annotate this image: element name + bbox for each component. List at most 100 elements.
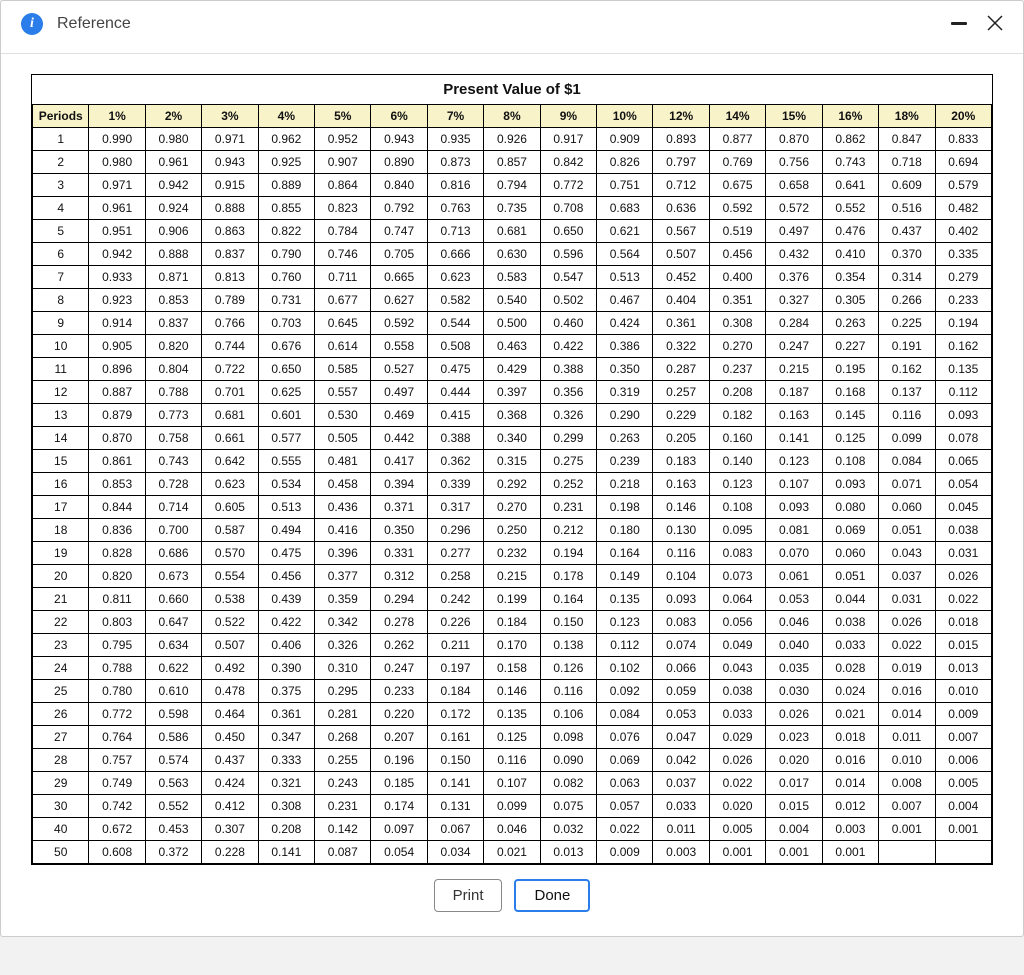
value-cell: 0.666 (427, 243, 483, 266)
value-cell: 0.010 (935, 680, 992, 703)
value-cell: 0.226 (427, 611, 483, 634)
value-cell: 0.006 (935, 749, 992, 772)
table-row: 50.9510.9060.8630.8220.7840.7470.7130.68… (33, 220, 992, 243)
value-cell: 0.308 (709, 312, 765, 335)
value-cell: 0.102 (597, 657, 653, 680)
value-cell: 0.377 (315, 565, 371, 588)
value-cell: 0.780 (89, 680, 145, 703)
value-cell: 0.853 (145, 289, 201, 312)
value-cell: 0.582 (427, 289, 483, 312)
value-cell: 0.032 (540, 818, 596, 841)
value-cell: 0.836 (89, 519, 145, 542)
value-cell: 0.059 (653, 680, 709, 703)
value-cell: 0.350 (371, 519, 427, 542)
value-cell: 0.066 (653, 657, 709, 680)
value-cell: 0.333 (258, 749, 314, 772)
table-row: 300.7420.5520.4120.3080.2310.1740.1310.0… (33, 795, 992, 818)
value-cell: 0.060 (879, 496, 935, 519)
value-cell: 0.592 (709, 197, 765, 220)
value-cell: 0.508 (427, 335, 483, 358)
period-cell: 6 (33, 243, 89, 266)
value-cell: 0.040 (766, 634, 822, 657)
rate-header: 20% (935, 105, 992, 128)
value-cell: 0.758 (145, 427, 201, 450)
value-cell: 0.864 (315, 174, 371, 197)
value-cell: 0.125 (484, 726, 540, 749)
value-cell: 0.163 (766, 404, 822, 427)
value-cell: 0.112 (597, 634, 653, 657)
value-cell: 0.141 (766, 427, 822, 450)
value-cell: 0.231 (315, 795, 371, 818)
period-cell: 7 (33, 266, 89, 289)
value-cell: 0.962 (258, 128, 314, 151)
period-cell: 40 (33, 818, 89, 841)
value-cell: 0.016 (822, 749, 878, 772)
value-cell: 0.093 (653, 588, 709, 611)
value-cell: 0.935 (427, 128, 483, 151)
period-cell: 30 (33, 795, 89, 818)
value-cell: 0.538 (202, 588, 258, 611)
value-cell: 0.033 (653, 795, 709, 818)
value-cell: 0.406 (258, 634, 314, 657)
value-cell: 0.250 (484, 519, 540, 542)
value-cell: 0.803 (89, 611, 145, 634)
value-cell: 0.424 (202, 772, 258, 795)
value-cell: 0.141 (427, 772, 483, 795)
close-icon[interactable] (985, 13, 1005, 33)
value-cell: 0.227 (822, 335, 878, 358)
value-cell: 0.888 (145, 243, 201, 266)
value-cell: 0.713 (427, 220, 483, 243)
value-cell: 0.772 (540, 174, 596, 197)
value-cell: 0.700 (145, 519, 201, 542)
value-cell: 0.587 (202, 519, 258, 542)
value-cell: 0.645 (315, 312, 371, 335)
value-cell: 0.356 (540, 381, 596, 404)
value-cell: 0.890 (371, 151, 427, 174)
value-cell: 0.215 (766, 358, 822, 381)
value-cell: 0.035 (766, 657, 822, 680)
value-cell: 0.917 (540, 128, 596, 151)
value-cell: 0.215 (484, 565, 540, 588)
period-cell: 1 (33, 128, 89, 151)
table-row: 280.7570.5740.4370.3330.2550.1960.1500.1… (33, 749, 992, 772)
rate-header: 16% (822, 105, 878, 128)
value-cell: 0.544 (427, 312, 483, 335)
value-cell: 0.887 (89, 381, 145, 404)
value-cell: 0.184 (427, 680, 483, 703)
value-cell: 0.299 (540, 427, 596, 450)
print-button[interactable]: Print (434, 879, 503, 912)
value-cell: 0.714 (145, 496, 201, 519)
value-cell: 0.043 (709, 657, 765, 680)
value-cell: 0.402 (935, 220, 992, 243)
value-cell: 0.436 (315, 496, 371, 519)
value-cell: 0.925 (258, 151, 314, 174)
value-cell: 0.049 (709, 634, 765, 657)
value-cell: 0.029 (709, 726, 765, 749)
value-cell: 0.305 (822, 289, 878, 312)
value-cell: 0.076 (597, 726, 653, 749)
period-cell: 28 (33, 749, 89, 772)
done-button[interactable]: Done (514, 879, 590, 912)
value-cell: 0.018 (822, 726, 878, 749)
value-cell: 0.422 (540, 335, 596, 358)
value-cell: 0.140 (709, 450, 765, 473)
value-cell: 0.150 (427, 749, 483, 772)
value-cell: 0.482 (935, 197, 992, 220)
value-cell: 0.735 (484, 197, 540, 220)
value-cell: 0.191 (879, 335, 935, 358)
value-cell: 0.290 (597, 404, 653, 427)
minimize-icon[interactable] (951, 22, 967, 25)
table-header-row: Periods1%2%3%4%5%6%7%8%9%10%12%14%15%16%… (33, 105, 992, 128)
value-cell: 0.123 (709, 473, 765, 496)
value-cell: 0.263 (597, 427, 653, 450)
value-cell: 0.703 (258, 312, 314, 335)
value-cell: 0.450 (202, 726, 258, 749)
value-cell: 0.627 (371, 289, 427, 312)
value-cell: 0.658 (766, 174, 822, 197)
table-row: 90.9140.8370.7660.7030.6450.5920.5440.50… (33, 312, 992, 335)
value-cell: 0.184 (484, 611, 540, 634)
value-cell: 0.005 (935, 772, 992, 795)
value-cell: 0.038 (822, 611, 878, 634)
value-cell: 0.168 (822, 381, 878, 404)
value-cell: 0.478 (202, 680, 258, 703)
